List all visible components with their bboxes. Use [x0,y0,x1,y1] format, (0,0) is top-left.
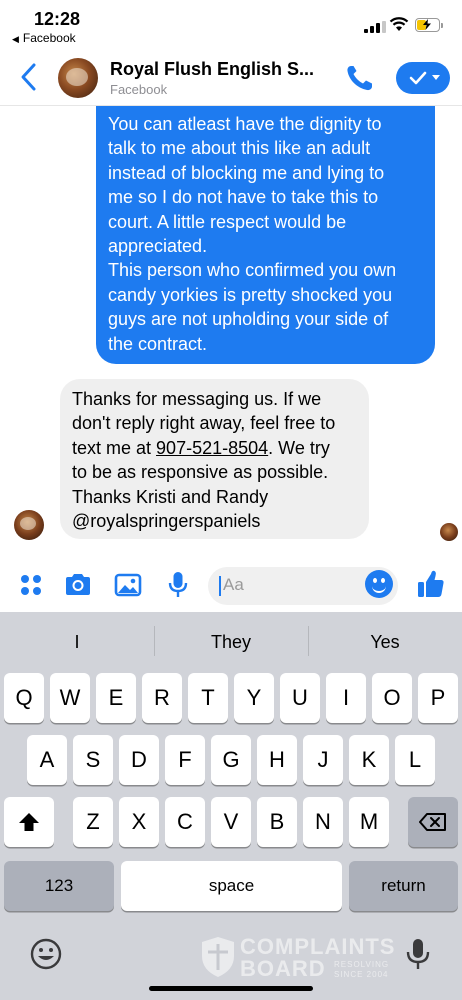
backspace-icon [419,813,446,831]
suggestion-yes[interactable]: Yes [308,612,462,672]
message-line: don't reply right away, feel free to [72,413,336,434]
sender-avatar[interactable] [14,510,44,540]
status-time: 12:28 [34,9,81,29]
message-line: This person who confirmed you own [108,260,397,281]
camera-icon[interactable] [63,570,93,600]
battery-icon [415,18,440,32]
message-line: to be as responsive as possible. [72,462,329,483]
key-z[interactable]: Z [73,797,113,847]
message-line: text me at 907-521-8504. We try [72,437,330,458]
complaints-board-watermark: COMPLAINTS BOARD RESOLVING SINCE 2004 [200,934,415,982]
emoji-keyboard-icon[interactable] [28,936,64,972]
key-x[interactable]: X [119,797,159,847]
check-icon [409,71,427,85]
apps-icon[interactable] [16,570,46,600]
verify-dropdown-button[interactable] [396,62,450,94]
key-s[interactable]: S [73,735,113,785]
key-p[interactable]: P [418,673,458,723]
key-b[interactable]: B [257,797,297,847]
status-bar: 12:28 ◀ Facebook [0,0,462,48]
conversation-title[interactable]: Royal Flush English S... [110,59,314,80]
wifi-icon [389,17,409,31]
emoji-icon[interactable] [365,570,393,598]
back-app-label: Facebook [22,31,76,45]
key-y[interactable]: Y [234,673,274,723]
key-u[interactable]: U [280,673,320,723]
watermark-tagline: RESOLVING SINCE 2004 [334,960,390,979]
microphone-icon[interactable] [163,570,193,600]
read-receipt-avatar [440,523,458,541]
outgoing-message-bubble[interactable]: You can atleast have the dignity to talk… [96,106,435,364]
text-cursor [219,576,221,596]
contact-avatar[interactable] [58,58,98,98]
key-n[interactable]: N [303,797,343,847]
message-composer: Aa [0,560,462,612]
message-line: candy yorkies is pretty shocked you [108,284,393,305]
incoming-message-bubble[interactable]: Thanks for messaging us. If we don't rep… [60,379,369,539]
key-j[interactable]: J [303,735,343,785]
message-input-placeholder: Aa [223,575,244,594]
back-triangle-icon: ◀ [12,34,19,44]
key-m[interactable]: M [349,797,389,847]
key-f[interactable]: F [165,735,205,785]
message-line: talk to me about this like an adult [108,138,371,159]
cellular-signal-icon [364,21,386,33]
space-key[interactable]: space [121,861,342,911]
shift-key[interactable] [4,797,54,847]
key-o[interactable]: O [372,673,412,723]
message-line: the contract. [108,333,208,354]
message-line: Thanks Kristi and Randy [72,486,269,507]
key-q[interactable]: Q [4,673,44,723]
conversation-subtitle: Facebook [110,82,168,97]
back-chevron-icon[interactable] [18,62,42,92]
numbers-key[interactable]: 123 [4,861,114,911]
key-k[interactable]: K [349,735,389,785]
key-a[interactable]: A [27,735,67,785]
watermark-line2: BOARD [240,956,326,981]
return-key[interactable]: return [349,861,458,911]
message-line: court. A little respect would be [108,211,347,232]
key-v[interactable]: V [211,797,251,847]
message-line: @royalspringerspaniels [72,511,261,532]
backspace-key[interactable] [408,797,458,847]
message-line: You can atleast have the dignity to [108,114,382,134]
shift-arrow-icon [19,813,39,831]
message-thread[interactable]: You can atleast have the dignity to talk… [0,106,462,560]
suggestion-i[interactable]: I [0,612,154,672]
phone-icon[interactable] [345,64,375,92]
key-i[interactable]: I [326,673,366,723]
key-t[interactable]: T [188,673,228,723]
key-r[interactable]: R [142,673,182,723]
key-g[interactable]: G [211,735,251,785]
home-indicator[interactable] [149,986,313,991]
key-c[interactable]: C [165,797,205,847]
message-line: appreciated. [108,236,208,257]
key-d[interactable]: D [119,735,159,785]
shield-icon [202,937,234,977]
phone-number-link[interactable]: 907-521-8504 [156,438,268,458]
key-l[interactable]: L [395,735,435,785]
gallery-icon[interactable] [113,570,143,600]
message-line: Thanks for messaging us. If we [72,389,322,409]
thumbs-up-icon[interactable] [416,568,446,600]
chevron-down-icon [432,75,440,80]
back-to-app-link[interactable]: ◀ Facebook [12,31,76,45]
suggestion-they[interactable]: They [154,612,308,672]
key-e[interactable]: E [96,673,136,723]
message-line: guys are not upholding your side of [108,309,389,330]
key-w[interactable]: W [50,673,90,723]
message-line: instead of blocking me and lying to [108,162,385,183]
chat-header: Royal Flush English S... Facebook [0,48,462,106]
key-h[interactable]: H [257,735,297,785]
message-line: me so I do not have to take this to [108,187,379,208]
